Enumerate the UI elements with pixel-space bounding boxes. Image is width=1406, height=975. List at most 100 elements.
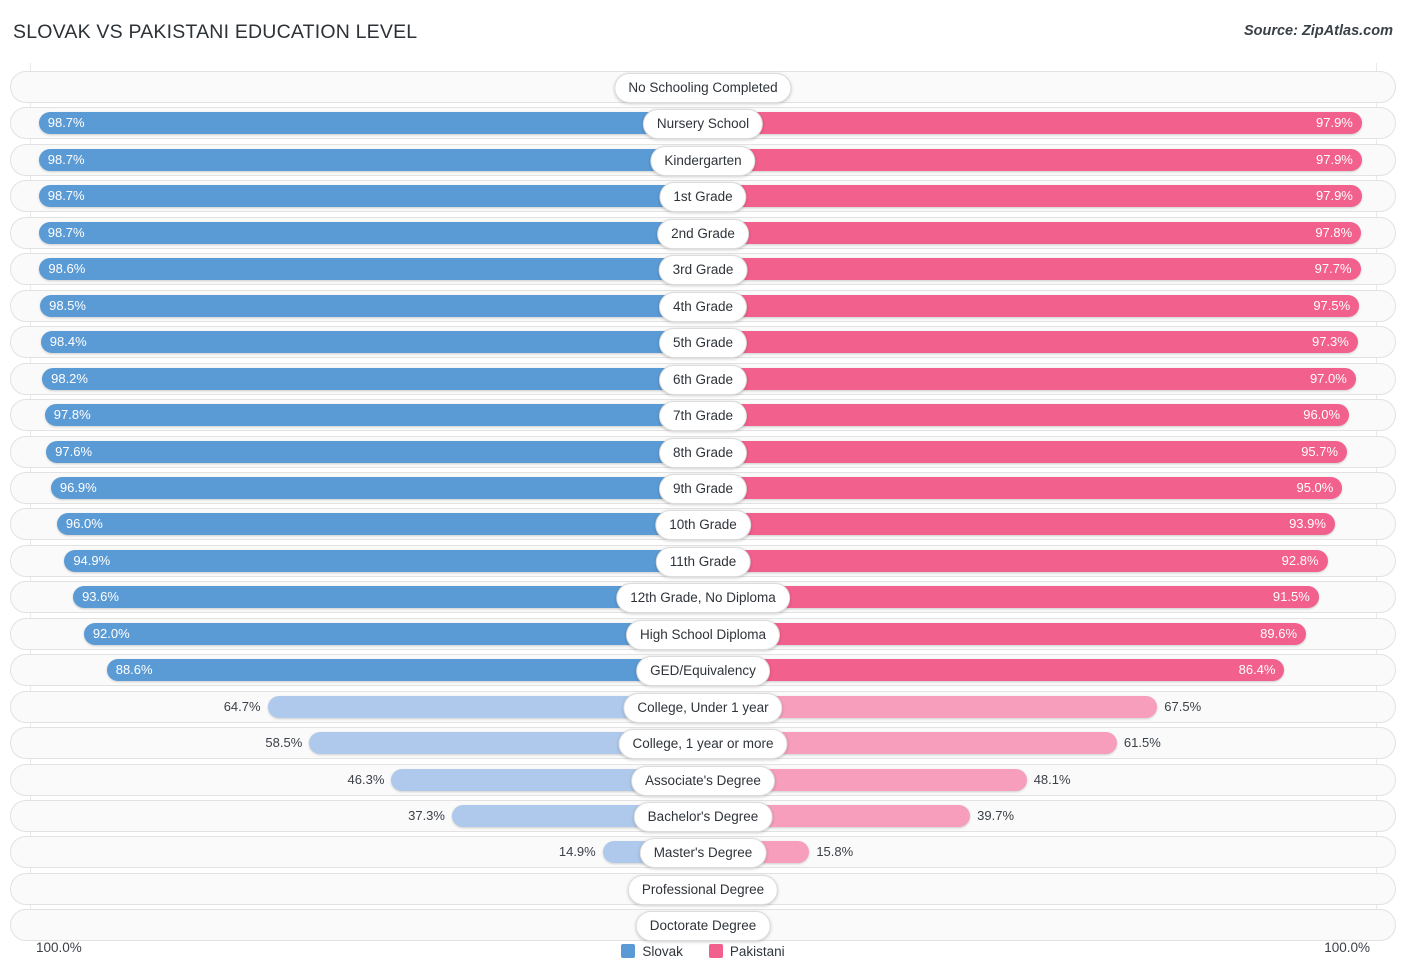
category-label[interactable]: 2nd Grade — [657, 218, 749, 249]
bar-slovak[interactable] — [38, 185, 703, 208]
bar-slovak[interactable] — [46, 440, 703, 463]
chart-row: 37.3% 39.7% Bachelor's Degree — [0, 798, 1406, 834]
bar-slovak[interactable] — [38, 148, 703, 171]
bar-pakistani[interactable] — [703, 476, 1343, 499]
bar-slovak[interactable] — [40, 294, 703, 317]
diverging-bar-chart: 1.3%2.1%No Schooling Completed 98.7% 97.9%… — [0, 63, 1406, 942]
category-label[interactable]: Professional Degree — [627, 874, 779, 905]
legend-label: Slovak — [642, 943, 683, 959]
value-label-slovak: 92.0% — [92, 625, 130, 641]
bar-pakistani[interactable] — [703, 112, 1362, 135]
category-label[interactable]: 4th Grade — [658, 291, 748, 322]
category-label[interactable]: Associate's Degree — [631, 765, 775, 796]
value-label-pakistani: 86.4% — [1238, 662, 1276, 678]
category-label[interactable]: GED/Equivalency — [636, 656, 770, 687]
value-label-pakistani: 48.1% — [1033, 771, 1071, 787]
category-label[interactable]: 10th Grade — [655, 510, 751, 541]
category-label[interactable]: College, Under 1 year — [623, 692, 783, 723]
chart-row: 97.6% 95.7% 8th Grade — [0, 434, 1406, 470]
category-label[interactable]: 8th Grade — [658, 437, 748, 468]
value-label-pakistani: 93.9% — [1289, 516, 1326, 532]
value-label-pakistani: 97.8% — [1315, 224, 1353, 240]
category-label[interactable]: 12th Grade, No Diploma — [616, 583, 790, 614]
bar-pakistani[interactable] — [703, 549, 1328, 572]
value-label-slovak: 98.7% — [47, 115, 85, 131]
chart-row: 98.7% 97.9% 1st Grade — [0, 178, 1406, 214]
bar-pakistani[interactable] — [703, 294, 1360, 317]
chart-row: 1.8%2.0%Doctorate Degree — [0, 907, 1406, 943]
category-label[interactable]: 7th Grade — [658, 401, 748, 432]
chart-row: 93.6% 91.5% 12th Grade, No Diploma — [0, 579, 1406, 615]
bar-pakistani[interactable] — [703, 367, 1356, 390]
value-label-slovak: 98.6% — [48, 261, 86, 277]
bar-slovak[interactable] — [50, 476, 703, 499]
chart-row: 96.9% 95.0% 9th Grade — [0, 470, 1406, 506]
value-label-slovak: 98.7% — [47, 224, 85, 240]
category-label[interactable]: Doctorate Degree — [635, 911, 771, 942]
chart-row: 64.7% 67.5% College, Under 1 year — [0, 689, 1406, 725]
value-label-pakistani: 97.9% — [1316, 188, 1353, 204]
chart-row: 4.3%4.8%Professional Degree — [0, 871, 1406, 907]
bar-slovak[interactable] — [39, 258, 703, 281]
value-label-slovak: 96.0% — [65, 516, 103, 532]
bar-pakistani[interactable] — [703, 440, 1348, 463]
bar-slovak[interactable] — [64, 549, 703, 572]
bar-pakistani[interactable] — [703, 659, 1285, 682]
bar-slovak[interactable] — [73, 586, 703, 609]
category-label[interactable]: Kindergarten — [650, 145, 756, 176]
bar-pakistani[interactable] — [703, 331, 1358, 354]
category-label[interactable]: High School Diploma — [625, 619, 781, 650]
bar-slovak[interactable] — [38, 221, 703, 244]
value-label-pakistani: 61.5% — [1123, 735, 1161, 751]
category-label[interactable]: 11th Grade — [655, 546, 751, 577]
legend-item[interactable]: Slovak — [621, 944, 683, 959]
legend-item[interactable]: Pakistani — [708, 943, 785, 959]
value-label-slovak: 94.9% — [73, 552, 111, 568]
bar-slovak[interactable] — [44, 404, 703, 427]
bar-pakistani[interactable] — [703, 513, 1335, 536]
bar-pakistani[interactable] — [703, 622, 1306, 645]
category-label[interactable]: Bachelor's Degree — [633, 802, 773, 832]
bar-pakistani[interactable] — [703, 404, 1350, 427]
category-label[interactable]: No Schooling Completed — [614, 73, 792, 103]
category-label[interactable]: 5th Grade — [658, 328, 748, 359]
value-label-slovak: 98.4% — [49, 334, 87, 350]
category-label[interactable]: College, 1 year or more — [618, 729, 788, 760]
category-label[interactable]: Master's Degree — [639, 838, 767, 869]
bar-pakistani[interactable] — [703, 258, 1361, 281]
category-label[interactable]: 6th Grade — [658, 364, 748, 395]
value-label-slovak: 98.7% — [47, 151, 85, 167]
value-label-pakistani: 95.0% — [1296, 479, 1334, 495]
chart-row: 46.3% 48.1% Associate's Degree — [0, 762, 1406, 798]
bar-pakistani[interactable] — [703, 586, 1319, 609]
value-label-pakistani: 97.5% — [1313, 297, 1351, 313]
category-label[interactable]: Nursery School — [642, 109, 764, 140]
value-label-pakistani: 95.7% — [1301, 443, 1339, 459]
bar-slovak[interactable] — [106, 659, 703, 682]
bar-pakistani[interactable] — [703, 148, 1362, 171]
chart-row: 98.7% 97.9% Kindergarten — [0, 142, 1406, 178]
value-label-slovak: 97.6% — [55, 443, 93, 459]
category-label[interactable]: 9th Grade — [658, 473, 748, 504]
value-label-pakistani: 97.7% — [1314, 261, 1352, 277]
chart-row: 98.7% 97.9% Nursery School — [0, 105, 1406, 141]
bar-slovak[interactable] — [83, 622, 703, 645]
bar-slovak[interactable] — [38, 112, 703, 135]
bar-pakistani[interactable] — [703, 221, 1362, 244]
value-label-slovak: 58.5% — [265, 735, 303, 751]
bar-pakistani[interactable] — [703, 185, 1362, 208]
value-label-slovak: 98.2% — [51, 370, 88, 386]
chart-row: 98.6% 97.7% 3rd Grade — [0, 251, 1406, 287]
bar-slovak[interactable] — [42, 367, 703, 390]
bar-slovak[interactable] — [40, 331, 703, 354]
value-label-slovak: 14.9% — [558, 844, 596, 860]
legend-label: Pakistani — [729, 943, 785, 959]
value-label-slovak: 88.6% — [115, 662, 153, 678]
category-label[interactable]: 1st Grade — [659, 182, 747, 213]
source-attribution: Source: ZipAtlas.com — [1243, 23, 1393, 39]
bar-slovak[interactable] — [56, 513, 703, 536]
chart-row: 14.9% 15.8% Master's Degree — [0, 834, 1406, 870]
category-label[interactable]: 3rd Grade — [658, 255, 748, 286]
value-label-pakistani: 39.7% — [977, 808, 1015, 823]
chart-row: 98.4% 97.3% 5th Grade — [0, 324, 1406, 360]
